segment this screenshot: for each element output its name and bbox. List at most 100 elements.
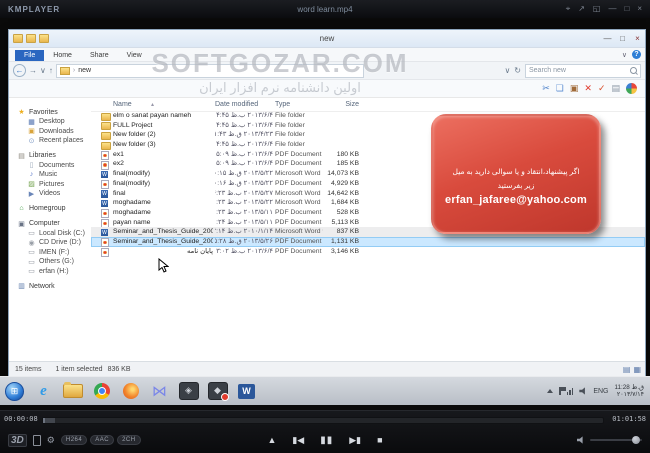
word-icon: W bbox=[238, 383, 255, 399]
refresh-icon[interactable]: ↻ bbox=[514, 66, 521, 75]
sidebar-section-libraries[interactable]: ▤ Libraries bbox=[9, 151, 91, 161]
windows-taskbar[interactable]: ⊞ e ⋈ ◈ ◆ W ENG 11:28 ق.ظ ۲۰۱۳/۷/۱۴ bbox=[0, 376, 650, 405]
breadcrumb[interactable]: › new bbox=[55, 63, 364, 78]
firefox-icon bbox=[122, 383, 139, 399]
details-view-icon[interactable]: ▤ bbox=[623, 365, 631, 374]
sidebar-section-homegroup[interactable]: ⌂ Homegroup bbox=[9, 204, 91, 214]
recent-places-icon: ⊙ bbox=[28, 137, 35, 145]
copy-icon[interactable]: ❏ bbox=[556, 80, 564, 97]
sidebar-section-computer[interactable]: ▣ Computer bbox=[9, 219, 91, 229]
thumbnails-view-icon[interactable]: ▦ bbox=[633, 365, 641, 374]
sidebar-item-label: Music bbox=[39, 171, 58, 179]
confirm-icon[interactable]: ✓ bbox=[598, 80, 606, 97]
system-tray[interactable]: ENG 11:28 ق.ظ ۲۰۱۳/۷/۱۴ bbox=[546, 384, 644, 398]
maximize-icon[interactable]: □ bbox=[624, 0, 629, 18]
sidebar-item-erfan-h[interactable]: ▭ erfan (H:) bbox=[9, 267, 91, 277]
sidebar-item-videos[interactable]: ▶ Videos bbox=[9, 189, 91, 199]
breadcrumb-path: new bbox=[78, 67, 92, 74]
tray-expand-icon[interactable] bbox=[546, 389, 553, 393]
minimize-icon[interactable]: — bbox=[608, 0, 616, 18]
cut-icon[interactable]: ✂ bbox=[542, 80, 550, 97]
seek-bar[interactable] bbox=[42, 417, 604, 424]
local-disk-c-icon: ▭ bbox=[28, 230, 35, 238]
libraries-icon: ▤ bbox=[18, 152, 25, 160]
resize-icon[interactable]: ◱ bbox=[593, 0, 601, 18]
taskbar-kmplayer[interactable]: ⋈ bbox=[146, 379, 173, 403]
sidebar-item-imen-f[interactable]: ▭ IMEN (F:) bbox=[9, 248, 91, 258]
taskbar-word[interactable]: W bbox=[233, 379, 260, 403]
paste-icon[interactable]: ▣ bbox=[570, 80, 579, 97]
column-header-type[interactable]: Type bbox=[275, 101, 290, 108]
sidebar-item-recent-places[interactable]: ⊙ Recent places bbox=[9, 136, 91, 146]
tab-home[interactable]: Home bbox=[44, 50, 81, 61]
sidebar-item-local-disk-c[interactable]: ▭ Local Disk (C:) bbox=[9, 229, 91, 239]
history-dropdown-icon[interactable]: ∨ bbox=[40, 66, 46, 75]
stop-button[interactable]: ■ bbox=[377, 435, 382, 445]
volume-slider[interactable] bbox=[590, 436, 642, 444]
search-icon[interactable]: ⌖ bbox=[566, 0, 571, 18]
sidebar-item-pictures[interactable]: ▨ Pictures bbox=[9, 180, 91, 190]
language-indicator[interactable]: ENG bbox=[593, 388, 608, 395]
help-icon[interactable]: ? bbox=[632, 50, 641, 59]
delete-icon[interactable]: ✕ bbox=[584, 80, 592, 97]
up-icon[interactable]: ↑ bbox=[49, 66, 53, 75]
chrome-icon bbox=[93, 383, 110, 399]
network-icon[interactable] bbox=[566, 387, 574, 395]
others-g-icon: ▭ bbox=[28, 258, 35, 266]
forward-icon[interactable]: → bbox=[29, 66, 37, 75]
volume-knob[interactable] bbox=[631, 436, 640, 444]
explorer-titlebar[interactable]: new — □ × bbox=[9, 30, 645, 48]
taskbar-file-explorer[interactable] bbox=[59, 379, 86, 403]
file-size: 1,684 KB bbox=[331, 199, 359, 207]
next-button[interactable]: ▶▮ bbox=[349, 435, 361, 446]
column-header-size[interactable]: Size bbox=[319, 101, 359, 108]
sidebar-item-cd-drive-d[interactable]: ◉ CD Drive (D:) bbox=[9, 238, 91, 248]
start-button[interactable]: ⊞ bbox=[1, 379, 28, 403]
address-dropdown-icon[interactable]: ∨ bbox=[504, 66, 510, 75]
taskbar-internet-explorer[interactable]: e bbox=[30, 379, 57, 403]
taskbar-clock[interactable]: 11:28 ق.ظ ۲۰۱۳/۷/۱۴ bbox=[614, 384, 644, 398]
pause-button[interactable]: ▮▮ bbox=[320, 435, 333, 446]
explorer-close-button[interactable]: × bbox=[630, 31, 645, 47]
column-header-date[interactable]: Date modified bbox=[215, 101, 258, 108]
taskbar-app-notify[interactable]: ◆ bbox=[204, 379, 231, 403]
chevron-right-icon: › bbox=[72, 67, 76, 74]
taskbar-chrome[interactable] bbox=[88, 379, 115, 403]
file-date: ۲۰۱۳/۵/۲۲ ق.ظ ۱۰:۱۶ bbox=[215, 179, 273, 187]
file-row[interactable]: پایان نامه ۲۰۱۳/۶/۴ ب.ظ ۳:۰۲ PDF Document 3… bbox=[91, 247, 645, 258]
explorer-maximize-button[interactable]: □ bbox=[615, 31, 630, 47]
video-surface[interactable]: new — □ × File Home Share View ∨ ? ← → ∨ ↑ bbox=[0, 18, 650, 410]
close-icon[interactable]: × bbox=[637, 0, 642, 18]
open-button[interactable]: ▲ bbox=[267, 435, 276, 445]
back-icon[interactable]: ← bbox=[13, 64, 26, 77]
sidebar-item-music[interactable]: ♪ Music bbox=[9, 170, 91, 180]
file-size: 14,642 KB bbox=[327, 189, 359, 197]
preview-icon[interactable]: ▤ bbox=[611, 80, 620, 97]
search-input[interactable]: Search new bbox=[525, 63, 641, 78]
file-row[interactable]: Seminar_and_Thesis_Guide_2008 ۲۰۱۳/۵/۲۶ ق… bbox=[91, 236, 645, 248]
sidebar-item-documents[interactable]: ▯ Documents bbox=[9, 161, 91, 171]
player-titlebar[interactable]: KMPLAYER word learn.mp4 ⌖ ↗ ◱ — □ × bbox=[0, 0, 650, 19]
tab-share[interactable]: Share bbox=[81, 50, 118, 61]
file-date: ۲۰۱۳/۵/۲۲ ب.ظ ۱:۲۳ bbox=[215, 199, 273, 207]
explorer-minimize-button[interactable]: — bbox=[600, 31, 615, 47]
start-orb-icon: ⊞ bbox=[5, 381, 24, 401]
tab-view[interactable]: View bbox=[118, 50, 151, 61]
sidebar-item-desktop[interactable]: ▦ Desktop bbox=[9, 117, 91, 127]
player-titlebar-icons: ⌖ ↗ ◱ — □ × bbox=[566, 0, 642, 18]
previous-button[interactable]: ▮◀ bbox=[292, 435, 304, 446]
sidebar-section-favorites[interactable]: ★ Favorites bbox=[9, 107, 91, 117]
pin-icon[interactable]: ↗ bbox=[578, 0, 585, 18]
volume-icon[interactable] bbox=[579, 387, 585, 395]
sidebar-item-downloads[interactable]: ▣ Downloads bbox=[9, 127, 91, 137]
browser-icon[interactable] bbox=[626, 83, 637, 94]
action-center-icon[interactable] bbox=[558, 387, 566, 395]
column-header-name[interactable]: Name bbox=[113, 101, 132, 108]
tab-file[interactable]: File bbox=[15, 50, 45, 61]
file-date: ۲۰۱۳/۶/۴ ب.ظ ۴:۴۵ bbox=[216, 141, 273, 149]
sidebar-section-network[interactable]: ▥ Network bbox=[9, 281, 91, 291]
ribbon-collapse-icon[interactable]: ∨ bbox=[622, 51, 627, 59]
taskbar-firefox[interactable] bbox=[117, 379, 144, 403]
sidebar-item-others-g[interactable]: ▭ Others (G:) bbox=[9, 257, 91, 267]
taskbar-app-dark[interactable]: ◈ bbox=[175, 379, 202, 403]
